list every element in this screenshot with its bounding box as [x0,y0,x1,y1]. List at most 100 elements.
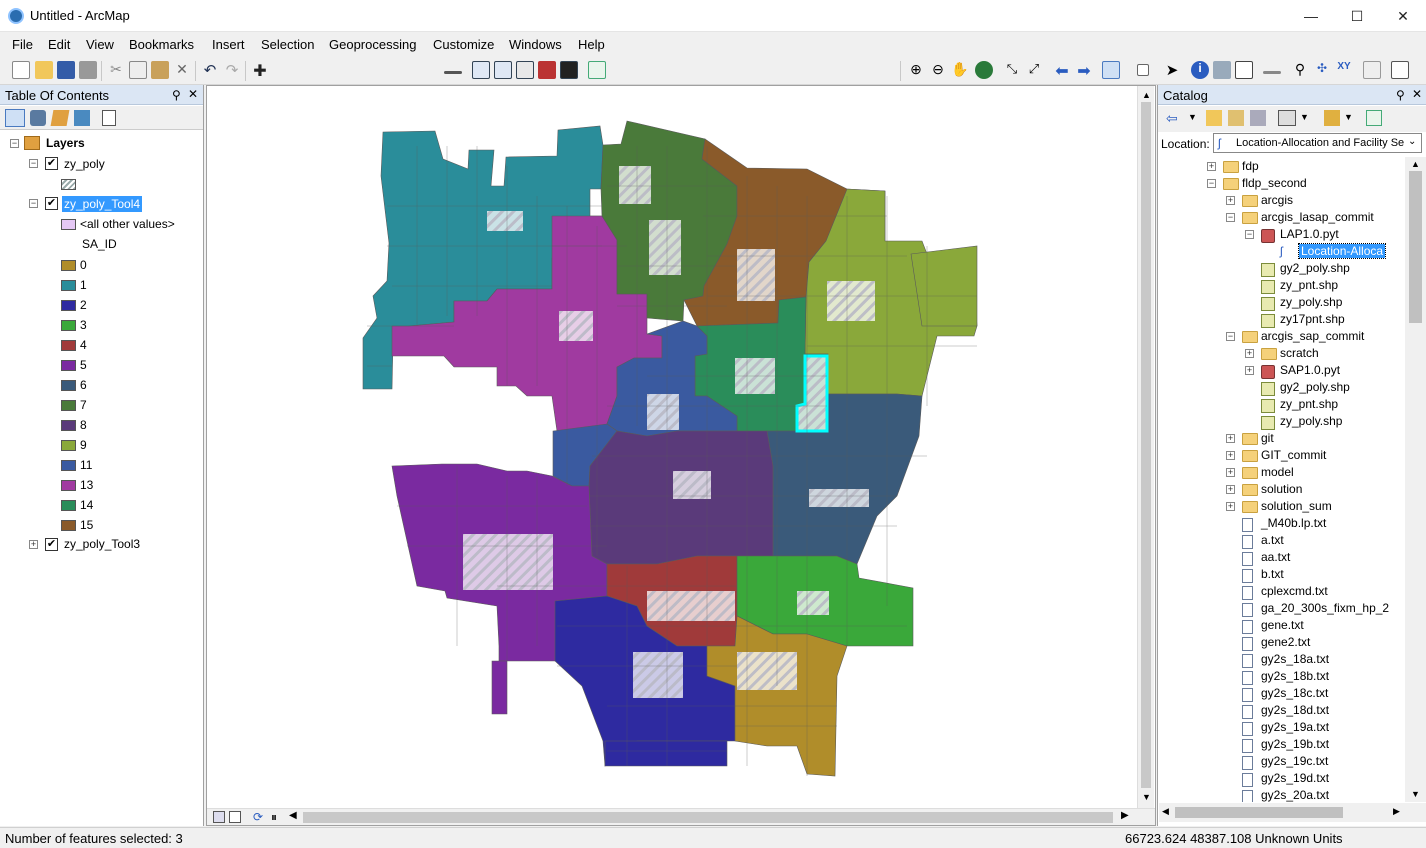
zoom-in-icon[interactable]: ⊕ [907,61,925,79]
toc-options-icon[interactable] [102,110,116,126]
scroll-down-icon[interactable]: ▼ [1142,792,1151,802]
undo-icon[interactable]: ↶ [201,61,219,79]
catalog-item[interactable]: gene.txt [1261,618,1304,632]
list-by-selection-icon[interactable] [74,110,90,126]
collapse-zy-poly-icon[interactable]: − [29,159,38,168]
catalog-item[interactable]: gy2s_19b.txt [1261,737,1329,751]
legend-swatch[interactable] [61,320,76,331]
catalog-item[interactable]: solution [1261,482,1302,496]
collapse-icon[interactable]: − [1226,213,1235,222]
catalog-item[interactable]: b.txt [1261,567,1284,581]
catalog-item[interactable]: fldp_second [1242,176,1307,190]
catalog-item[interactable]: zy_poly.shp [1280,295,1342,309]
all-other-values-symbol[interactable] [61,219,76,230]
back-icon[interactable]: ⇦ [1166,110,1178,127]
pin-icon[interactable]: ⚲ [172,88,181,102]
catalog-item[interactable]: arcgis_lasap_commit [1261,210,1374,224]
expand-icon[interactable]: + [1226,196,1235,205]
catalog-item[interactable]: arcgis [1261,193,1293,207]
catalog-hscroll-thumb[interactable] [1175,807,1343,818]
menu-view[interactable]: View [86,37,114,52]
catalog-item[interactable]: fdp [1242,159,1259,173]
scroll-right-icon[interactable]: ▶ [1393,806,1400,817]
catalog-item[interactable]: zy_pnt.shp [1280,278,1338,292]
map-vscroll-thumb[interactable] [1141,102,1151,788]
catalog-item[interactable]: solution_sum [1261,499,1332,513]
paste-icon[interactable] [151,61,169,79]
collapse-icon[interactable]: − [1245,230,1254,239]
catalog-item[interactable]: scratch [1280,346,1319,360]
layer-zy-poly-tool4[interactable]: zy_poly_Tool4 [62,196,143,212]
scroll-left-icon[interactable]: ◀ [289,810,297,821]
views-icon[interactable] [1278,110,1296,126]
binoculars-icon[interactable]: ⚲ [1291,61,1309,79]
forward-extent-icon[interactable]: ➡ [1075,61,1093,80]
catalog-item[interactable]: SAP1.0.pyt [1280,363,1340,377]
pause-drawing-icon[interactable]: ⏸ [271,810,277,825]
redo-icon[interactable]: ↷ [223,61,241,79]
new-document-icon[interactable] [12,61,30,79]
python-window-icon[interactable] [560,61,578,79]
minimize-button[interactable]: — [1288,0,1334,32]
layer-zy-poly[interactable]: zy_poly [64,157,105,171]
expand-icon[interactable]: + [1245,349,1254,358]
catalog-item[interactable]: gy2s_20a.txt [1261,788,1329,802]
layer-zy-poly-tool3[interactable]: zy_poly_Tool3 [64,537,140,551]
pin-icon[interactable]: ⚲ [1396,88,1405,102]
menu-insert[interactable]: Insert [212,37,245,52]
viewer-window-icon[interactable] [1391,61,1409,79]
zy-poly-symbol[interactable] [61,179,76,190]
legend-swatch[interactable] [61,420,76,431]
list-by-drawing-order-icon[interactable] [5,109,25,127]
map-vertical-scrollbar[interactable]: ▲ ▼ [1137,86,1154,808]
expand-icon[interactable]: + [1245,366,1254,375]
go-to-xy-icon[interactable]: XY [1335,61,1353,79]
pan-icon[interactable]: ✋ [951,61,969,79]
menu-bookmarks[interactable]: Bookmarks [129,37,194,52]
back-extent-icon[interactable]: ⬅ [1053,61,1071,80]
catalog-item[interactable]: _M40b.lp.txt [1261,516,1326,530]
catalog-item[interactable]: model [1261,465,1294,479]
catalog-item[interactable]: zy_pnt.shp [1280,397,1338,411]
zoom-out-icon[interactable]: ⊖ [929,61,947,79]
expand-zy-poly-tool3-icon[interactable]: + [29,540,38,549]
expand-icon[interactable]: + [1226,434,1235,443]
menu-windows[interactable]: Windows [509,37,562,52]
scroll-right-icon[interactable]: ▶ [1121,810,1129,821]
route-icon[interactable]: ✣ [1313,61,1331,79]
expand-icon[interactable]: + [1207,162,1216,171]
catalog-item[interactable]: zy17pnt.shp [1280,312,1345,326]
expand-icon[interactable]: + [1226,468,1235,477]
legend-swatch[interactable] [61,440,76,451]
catalog-item[interactable]: gy2_poly.shp [1280,380,1350,394]
legend-swatch[interactable] [61,480,76,491]
catalog-item[interactable]: LAP1.0.pyt [1280,227,1339,241]
identify-icon[interactable]: i [1191,61,1209,79]
catalog-item[interactable]: ga_20_300s_fixm_hp_2 [1261,601,1389,615]
catalog-item[interactable]: gene2.txt [1261,635,1310,649]
new-dropdown-icon[interactable]: ▼ [1344,112,1353,122]
legend-swatch[interactable] [61,460,76,471]
data-view-icon[interactable] [213,811,225,823]
catalog-item[interactable]: aa.txt [1261,550,1290,564]
add-data-icon[interactable]: ✚ [251,61,269,80]
print-icon[interactable] [79,61,97,79]
fixed-zoom-out-icon[interactable]: ⤢ [1025,61,1043,79]
delete-icon[interactable]: ✕ [173,61,191,79]
close-button[interactable]: ✕ [1380,0,1426,32]
maximize-button[interactable]: ☐ [1334,0,1380,32]
menu-customize[interactable]: Customize [433,37,494,52]
catalog-item[interactable]: arcgis_sap_commit [1261,329,1364,343]
collapse-zy-poly-tool4-icon[interactable]: − [29,199,38,208]
clear-selection-icon[interactable] [1137,64,1149,76]
legend-swatch[interactable] [61,280,76,291]
table-icon[interactable] [472,61,490,79]
legend-swatch[interactable] [61,400,76,411]
catalog-item[interactable]: zy_poly.shp [1280,414,1342,428]
history-dropdown-icon[interactable]: ▼ [1188,112,1197,122]
legend-swatch[interactable] [61,500,76,511]
up-folder-icon[interactable] [1206,110,1222,126]
catalog-item[interactable]: Location-Alloca [1297,243,1387,259]
measure-icon[interactable] [1263,71,1281,74]
select-elements-icon[interactable]: ➤ [1163,61,1181,79]
